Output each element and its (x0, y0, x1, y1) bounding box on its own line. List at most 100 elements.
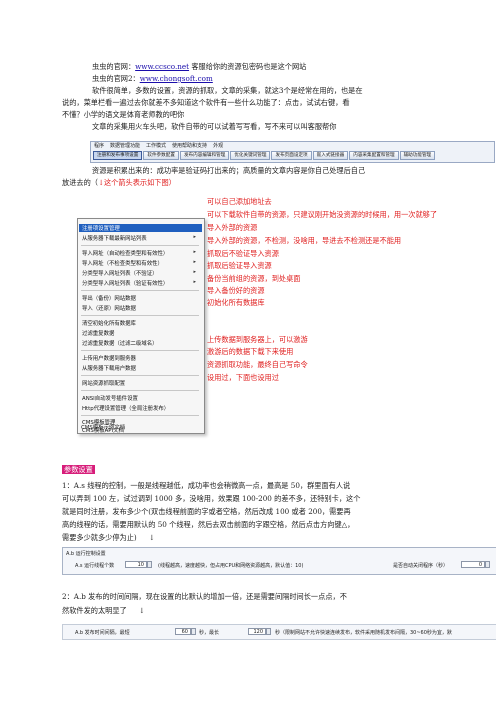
menu-item-label: 从服务器下载用户数据 (82, 366, 136, 372)
annotation-12: 资源抓取功能，最终自己写命令 (207, 360, 308, 369)
menu-item-clear-db[interactable]: 清空初始化所有数据库 (82, 319, 136, 327)
menu-item-download-user[interactable]: 从服务器下载用户数据 (82, 364, 136, 372)
max-label: 秒，最长 (199, 630, 220, 636)
thread-count-note: (线程越高，速度越快，但占用CPU和网络资源越高，默认值：10) (158, 563, 304, 569)
menu-separator (81, 245, 199, 246)
menu-item-import-nocheck[interactable]: 导入网址（不检查类型和有效性） ▸ (82, 259, 202, 267)
intro-line-1-prefix: 虫虫的官网： (92, 62, 136, 71)
publish-interval-panel: A.b 发布时间间隔，最短 60 秒，最长 120 秒（限制网站不允许快速连续发… (62, 624, 496, 640)
menu-item-label: 过滤重复数据（过滤二级域名） (82, 341, 158, 347)
tab-content-edit[interactable]: 发布内容编辑和管理 (179, 151, 230, 160)
menu-item-label: 导入网址（不检查类型和有效性） (82, 261, 163, 267)
auto-close-input[interactable]: 0 (461, 561, 485, 568)
menu-item-ansi-plugin[interactable]: ANSI自动发号插件设置 (82, 394, 138, 402)
menu-separator (81, 415, 199, 416)
max-interval-stepper[interactable] (266, 628, 271, 635)
submenu-arrow-icon: ▸ (193, 279, 196, 285)
intro-line-2-prefix: 虫虫的官网2： (92, 74, 140, 83)
menu-item-dedupe-subdomain[interactable]: 过滤重复数据（过滤二级域名） (82, 339, 157, 347)
menu-separator (81, 390, 199, 391)
panel-header: A.b 运行控制设置 (66, 551, 106, 557)
para2-line2: 然软件发的太明显了 ↓ (62, 606, 145, 615)
menu-item-import-restore[interactable]: 导入（还原）网站数据 (82, 304, 136, 312)
annotation-2: 可以下载软件自带的资源，只建议刚开始没资源的时候用，用一次就够了 (207, 210, 438, 219)
menu-item-label: 过滤重复数据 (82, 331, 115, 337)
menu-appearance[interactable]: 外观 (213, 142, 223, 150)
run-control-panel: A.b 运行控制设置 A.s 运行线程个数 10 (线程越高，速度越快，但占用C… (62, 547, 496, 575)
top-menu: 程序 数据管理功能 工作模式 使用帮助和支持 外观 (91, 142, 223, 150)
annotation-7: 备份当前组的资源，到处桌面 (207, 274, 301, 283)
annotation-1: 可以自己添加地址去 (207, 197, 272, 206)
intro-line-6: 文章的采集用火车头吧，软件自带的可以试着写写看，写不来可以叫客服帮你 (92, 122, 337, 131)
tab-software-params[interactable]: 软件参数配置 (143, 151, 179, 160)
menu-program[interactable]: 程序 (94, 142, 104, 150)
intro-line-2: 虫虫的官网2：www.chongsoft.com (92, 74, 213, 83)
intro-line-1: 虫虫的官网：www.ccsco.net 客服给你的资源包密码也是这个网站 (92, 62, 306, 71)
menu-item-cms-sample[interactable]: CMS模板示例文档 (81, 424, 125, 433)
intro-line-8: 放进去的（↓这个箭头表示如下图） (62, 178, 176, 187)
menu-item-crawl-config[interactable]: 网站资源抓取配置 (82, 379, 125, 387)
down-arrow-icon: ↓ (138, 606, 145, 615)
menu-item-register-settings[interactable]: 注册项设置管理 (79, 224, 202, 232)
para1-line3: 就是同时注册，发布多少个(双击线程前面的字或者空格，然后改成 100 或者 20… (62, 507, 351, 516)
submenu-arrow-icon: ▸ (193, 249, 196, 255)
menu-separator (81, 290, 199, 291)
menu-item-label: ANSI自动发号插件设置 (82, 396, 138, 402)
menu-item-label: 上传用户数据到服务器 (82, 356, 136, 362)
thread-count-input[interactable]: 10 (125, 561, 147, 568)
annotation-13: 设用过，下面也设用过 (207, 373, 279, 382)
submenu-arrow-icon: ▸ (193, 259, 196, 265)
thread-count-label: A.s 运行线程个数 (75, 563, 115, 569)
menu-item-import-category-noverify[interactable]: 分类型导入网址列表（不验证） ▸ (82, 269, 202, 277)
menu-separator (81, 350, 199, 351)
tab-content-collect[interactable]: 内容采集配置和管理 (349, 151, 399, 160)
menu-item-label: 网站资源抓取配置 (82, 381, 126, 387)
max-interval-input[interactable]: 120 (248, 628, 266, 635)
chongsoft-link[interactable]: www.chongsoft.com (140, 74, 213, 83)
menu-item-label: 导入网址（自动检查类型和有效性） (82, 251, 169, 257)
menu-item-label: 分类型导入网址列表（验证有效性） (82, 281, 169, 287)
menu-item-label: 注册项设置管理 (82, 226, 120, 232)
tab-strip: 注册和发布事项设置 软件参数配置 发布内容编辑和管理 优化关键词管理 发布页面设… (93, 151, 436, 160)
menu-data-management[interactable]: 数据管理功能 (110, 142, 140, 150)
arrow-note: ↓这个箭头表示如下图） (97, 178, 176, 187)
menu-item-import-check[interactable]: 导入网址（自动检查类型和有效性） ▸ (82, 249, 202, 257)
intro-line-3: 软件很简单，多数的设置，资源的抓取，文章的采集，就这3个是经常在用的，也是在 (92, 86, 363, 95)
intro-line-5: 不懂？小学的语文是体育老师教的吧你 (62, 110, 185, 119)
para1-line5-text: 需要多少就多少停为止) (62, 533, 137, 542)
menu-item-import-category-verify[interactable]: 分类型导入网址列表（验证有效性） ▸ (82, 279, 202, 287)
submenu-arrow-icon: ▸ (193, 234, 196, 240)
annotation-4: 导入外部的资源，不检测，没啥用，导进去不检测还是不能用 (207, 236, 402, 245)
menu-item-download-sites[interactable]: 从服务器下载最新网站列表 ▸ (82, 234, 202, 242)
menu-work-mode[interactable]: 工作模式 (146, 142, 166, 150)
auto-close-checkbox-label[interactable]: 是否自动关闭程序（秒） (393, 562, 448, 569)
menu-separator (81, 315, 199, 316)
context-menu: 注册项设置管理 从服务器下载最新网站列表 ▸ 导入网址（自动检查类型和有效性） ▸ … (77, 218, 205, 434)
annotation-8: 导入备份好的资源 (207, 286, 265, 295)
menu-item-dedupe[interactable]: 过滤重复数据 (82, 329, 114, 337)
menu-item-label: Http代理设置管理（全局注册发布） (82, 406, 170, 412)
thread-count-stepper[interactable] (147, 561, 152, 568)
annotation-6: 抓取后验证导入资源 (207, 261, 272, 270)
annotation-5: 抓取后不验证导入资源 (207, 249, 279, 258)
min-interval-stepper[interactable] (191, 628, 196, 635)
min-interval-input[interactable]: 60 (175, 628, 191, 635)
tab-embedded-links[interactable]: 嵌入式链接器 (312, 151, 349, 160)
menu-item-upload[interactable]: 上传用户数据到服务器 (82, 354, 136, 362)
para1-line4: 高的线程的话，需要用默认的 50 个线程，然后去双击前面的字跟空格，然后点击方向… (62, 520, 355, 529)
ccsco-link[interactable]: www.ccsco.net (135, 62, 189, 71)
menu-item-label: 导出（备份）网站数据 (82, 296, 136, 302)
tab-register-publish[interactable]: 注册和发布事项设置 (93, 151, 143, 160)
menu-item-label: 分类型导入网址列表（不验证） (82, 271, 158, 277)
menu-item-export[interactable]: 导出（备份）网站数据 (82, 294, 136, 302)
menu-item-http-proxy[interactable]: Http代理设置管理（全局注册发布） (82, 404, 169, 412)
para1-line1: 1：A.s 线程的控制，一般是线程越低，成功率也会稍微高一点，最高是 50，群里… (62, 481, 351, 490)
annotation-10: 上传数据到服务器上，可以激游 (207, 335, 308, 344)
auto-close-stepper[interactable] (485, 561, 490, 568)
intro-line-7: 资源是积累出来的：成功率是验证码打出来的；高质量的文章内容是你自己处理后自己 (92, 166, 366, 175)
tab-keywords[interactable]: 优化关键词管理 (230, 151, 271, 160)
menu-help[interactable]: 使用帮助和支持 (172, 142, 207, 150)
tab-publish-page[interactable]: 发布页面设定项 (271, 151, 312, 160)
menu-item-label: 从服务器下载最新网站列表 (82, 236, 147, 242)
tab-aux-functions[interactable]: 辅助功能管理 (399, 151, 436, 160)
